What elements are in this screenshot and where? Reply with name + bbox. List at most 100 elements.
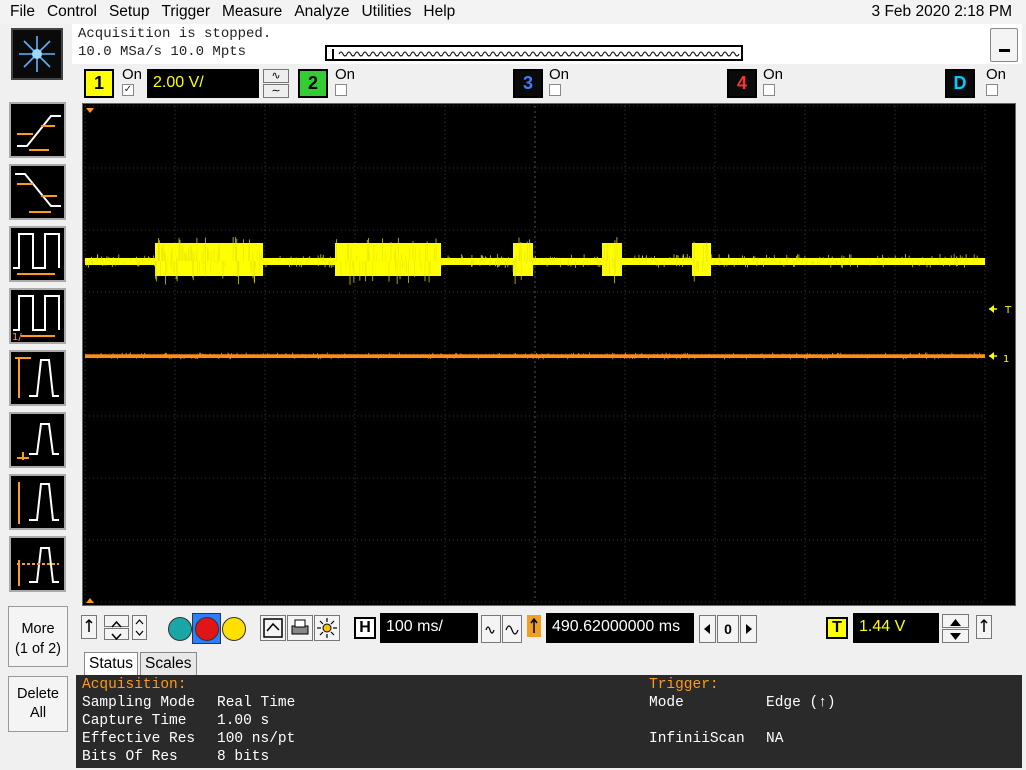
horizontal-position-field[interactable]: 490.62000000 ms [546,613,694,643]
infiniiscan-label: InfiniiScan [649,731,745,747]
bits-of-res-value: 8 bits [217,749,270,765]
tab-scales[interactable]: Scales [140,652,197,675]
rising-slope-icon [980,618,988,632]
tab-status[interactable]: Status [84,652,138,675]
chevron-down-icon [111,633,122,641]
autoscale-button[interactable] [260,615,286,641]
coupling-dc-button[interactable]: ∼ [263,84,289,98]
up-down-chevron-icon [135,619,144,636]
vpp-measure-button[interactable] [9,474,66,530]
channel-1-on-label: On [122,66,143,83]
menu-help[interactable]: Help [417,0,461,24]
sampling-mode-value: Real Time [217,695,296,711]
position-left-button[interactable] [699,615,716,643]
zoom-down-button[interactable] [104,628,129,641]
left-scroll-marker-top-icon [86,108,94,113]
zoom-up-button[interactable] [104,615,129,628]
fine-adjust-icon [485,626,495,634]
timebase-coarse-button[interactable] [502,615,522,643]
digital-on-checkbox[interactable] [986,84,998,96]
top-level-icon [17,423,59,460]
digital-on-label: On [986,66,1007,83]
trigger-marker-label: T [1004,305,1012,316]
channel-2-button[interactable]: 2 [298,69,328,98]
spark-logo-icon [11,28,63,80]
stop-button-frame[interactable] [192,613,221,644]
timebase-fine-button[interactable] [481,615,501,643]
trigger-position-icon [527,615,541,637]
ch1-burst [692,243,711,276]
acquisition-heading: Acquisition: [82,677,187,693]
waveform-display[interactable]: T 1 [82,103,1016,606]
channel-2-on-checkbox[interactable] [335,84,347,96]
period-measure-button[interactable] [9,226,66,282]
acquisition-status: Acquisition is stopped. [78,26,272,42]
printer-icon [291,619,309,635]
rising-edge-icon [17,115,61,151]
trigger-level-down-button[interactable] [942,629,969,643]
ch1-burst [513,243,533,276]
updown-button[interactable] [132,615,147,640]
menu-trigger[interactable]: Trigger [155,0,216,24]
trigger-label[interactable]: T [826,617,848,639]
more-label: More [21,621,55,637]
trigger-mode-value: Edge (↑) [766,695,836,711]
channel-3-on-label: On [549,66,570,83]
effective-res-value: 100 ns/pt [217,731,296,747]
single-run-button[interactable] [168,617,192,641]
channel-1-ground-marker: 1 [989,352,1009,365]
channel-1-on-checkbox[interactable]: ✓ [122,84,134,96]
trigger-level-marker: T [989,305,1012,316]
more-tools-button[interactable]: More (1 of 2) [8,606,68,667]
capture-time-value: 1.00 s [217,713,270,729]
top-measure-button[interactable] [9,412,66,468]
menu-control[interactable]: Control [41,0,103,24]
oscilloscope-window: File Control Setup Trigger Measure Analy… [0,0,1026,770]
timebase-field[interactable]: 100 ms/ [380,613,478,643]
digital-channel-button[interactable]: D [945,69,975,98]
coupling-ac-button[interactable]: ∿ [263,69,289,83]
infiniiscan-value: NA [766,731,784,747]
trigger-slope-button[interactable] [976,615,992,639]
rise-time-measure-button[interactable] [9,102,66,158]
falling-edge-icon [15,173,61,213]
display-brightness-button[interactable] [314,615,340,641]
amplitude-measure-button[interactable] [9,350,66,406]
autoscale-icon [263,618,283,638]
horizontal-label[interactable]: H [354,617,376,639]
frequency-measure-button[interactable]: 1/ [9,288,66,344]
delete-all-button[interactable]: Delete All [8,676,68,732]
menu-analyze[interactable]: Analyze [288,0,355,24]
amplitude-icon [15,357,59,398]
trigger-heading: Trigger: [649,677,719,693]
scroll-up-arrow-button[interactable] [81,615,97,639]
minimize-button[interactable] [990,28,1018,62]
sun-icon [317,618,337,638]
channel-1-scale[interactable]: 2.00 V/ [147,69,259,98]
menu-setup[interactable]: Setup [103,0,156,24]
print-button[interactable] [287,615,313,641]
position-zero-button[interactable]: 0 [717,615,739,643]
channel-3-button[interactable]: 3 [513,69,543,98]
menu-utilities[interactable]: Utilities [355,0,417,24]
stop-button[interactable] [195,617,219,641]
channel-4-on-label: On [763,66,784,83]
trigger-level-up-button[interactable] [942,614,969,628]
pulse-frequency-icon: 1/ [12,295,60,343]
channel-3-on-checkbox[interactable] [549,84,561,96]
memory-overview-bar[interactable] [325,45,743,61]
trigger-mode-label: Mode [649,695,684,711]
menu-measure[interactable]: Measure [216,0,288,24]
fall-time-measure-button[interactable] [9,164,66,220]
channel-4-button[interactable]: 4 [727,69,757,98]
pulse-period-icon [13,233,60,275]
average-measure-button[interactable] [9,536,66,592]
capture-time-label: Capture Time [82,713,187,729]
channel-1-button[interactable]: 1 [84,69,114,98]
menu-file[interactable]: File [0,0,41,24]
channel-4-on-checkbox[interactable] [763,84,775,96]
trigger-level-field[interactable]: 1.44 V [853,613,939,643]
position-right-button[interactable] [740,615,757,643]
run-button[interactable] [222,617,246,641]
delete-label-all: All [29,705,47,721]
